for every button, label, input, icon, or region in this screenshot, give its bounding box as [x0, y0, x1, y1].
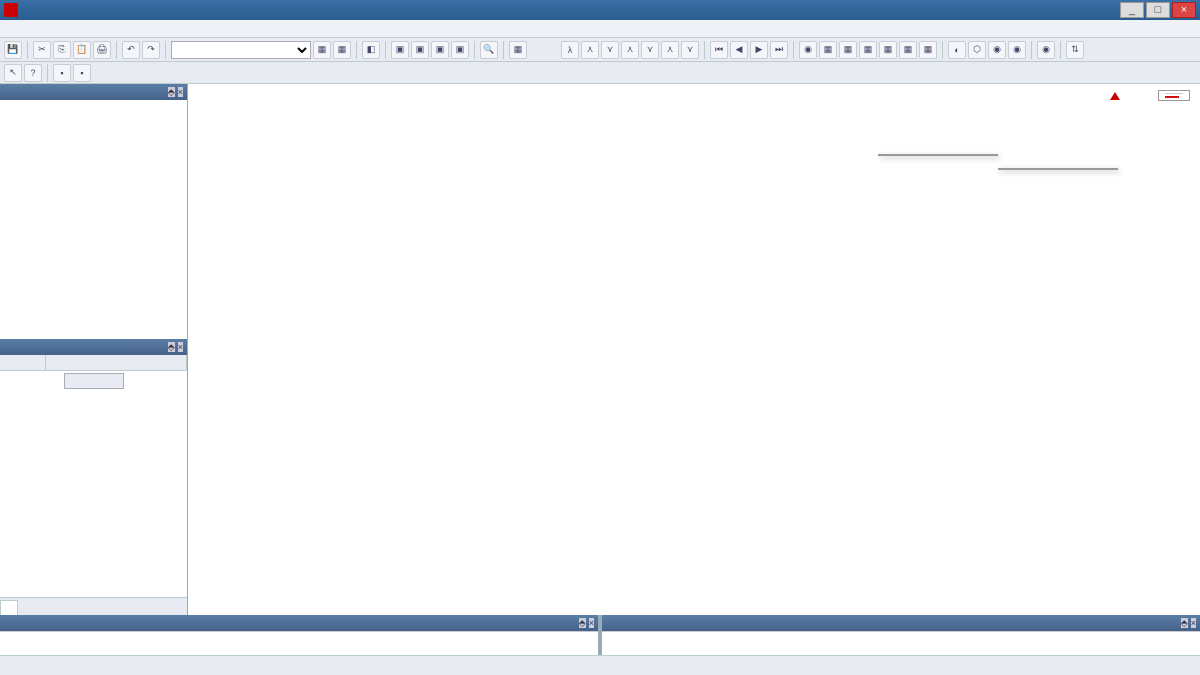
tb2-btn-1[interactable]: ▪	[53, 64, 71, 82]
properties-panel	[0, 355, 187, 615]
close-button[interactable]: ×	[1172, 2, 1196, 18]
tab-trace[interactable]	[0, 600, 18, 615]
cut-button[interactable]: ✂	[33, 41, 51, 59]
chart-legend[interactable]	[1158, 90, 1190, 101]
tb-btn-18[interactable]: ▦	[839, 41, 857, 59]
tb-btn-5[interactable]: ▣	[411, 41, 429, 59]
properties-table	[0, 355, 187, 597]
tb-btn-20[interactable]: ▦	[879, 41, 897, 59]
tb-btn-27[interactable]: ◉	[1037, 41, 1055, 59]
props-col-value	[46, 355, 187, 370]
tb-btn-12[interactable]: ⋏	[621, 41, 639, 59]
tb-btn-9[interactable]: λ	[561, 41, 579, 59]
save-button[interactable]: 💾	[4, 41, 22, 59]
next-button[interactable]: ▶	[750, 41, 768, 59]
tb2-btn-2[interactable]: ▪	[73, 64, 91, 82]
context-submenu[interactable]	[998, 168, 1118, 170]
tb-btn-23[interactable]: ◐	[948, 41, 966, 59]
tb-btn-24[interactable]: ⬡	[968, 41, 986, 59]
menubar	[0, 20, 1200, 38]
copy-button[interactable]: ⎘	[53, 41, 71, 59]
tb-btn-16[interactable]: ◉	[799, 41, 817, 59]
first-button[interactable]: ⏮	[710, 41, 728, 59]
pin-button-4[interactable]: ⬘	[1181, 618, 1188, 628]
legend-item	[1165, 96, 1183, 98]
tb-btn-17[interactable]: ▦	[819, 41, 837, 59]
chart-svg	[208, 108, 508, 258]
legend-header	[1165, 93, 1183, 94]
last-button[interactable]: ⏭	[770, 41, 788, 59]
pin-button-3[interactable]: ⬘	[579, 618, 586, 628]
main-area: ⬘ × ⬘ ×	[0, 84, 1200, 615]
app-icon	[4, 3, 18, 17]
bottom-panels: ⬘ × ⬘ ×	[0, 615, 1200, 655]
tb-btn-25[interactable]: ◉	[988, 41, 1006, 59]
coord-select[interactable]	[171, 41, 311, 59]
tb-btn-14[interactable]: ⋏	[661, 41, 679, 59]
tb-btn-2[interactable]: ▦	[333, 41, 351, 59]
tb-btn-4[interactable]: ▣	[391, 41, 409, 59]
tb-btn-6[interactable]: ▣	[431, 41, 449, 59]
minimize-button[interactable]: _	[1120, 2, 1144, 18]
warning-icon	[1110, 92, 1120, 100]
tb-btn-10[interactable]: ⋏	[581, 41, 599, 59]
redo-button[interactable]: ↷	[142, 41, 160, 59]
statusbar	[0, 655, 1200, 675]
close-panel-button[interactable]: ×	[178, 87, 183, 97]
chart-area[interactable]	[188, 84, 1200, 615]
pin-button-2[interactable]: ⬘	[168, 342, 175, 352]
tb-btn-1[interactable]: ▦	[313, 41, 331, 59]
properties-header: ⬘ ×	[0, 339, 187, 355]
message-manager-panel: ⬘ ×	[0, 615, 599, 655]
close-panel-button-2[interactable]: ×	[178, 342, 183, 352]
context-menu[interactable]	[878, 154, 998, 156]
tb-btn-11[interactable]: ⋎	[601, 41, 619, 59]
help-cursor-icon[interactable]: ?	[24, 64, 42, 82]
tb-btn-19[interactable]: ▦	[859, 41, 877, 59]
props-col-name	[0, 355, 46, 370]
window-titlebar: _ □ ×	[0, 0, 1200, 20]
undo-button[interactable]: ↶	[122, 41, 140, 59]
tb-btn-28[interactable]: ⇅	[1066, 41, 1084, 59]
cursor-icon[interactable]: ↖	[4, 64, 22, 82]
tb-btn-21[interactable]: ▦	[899, 41, 917, 59]
tb-btn-26[interactable]: ◉	[1008, 41, 1026, 59]
transient-label	[1107, 90, 1120, 102]
progress-panel: ⬘ ×	[602, 615, 1200, 655]
left-panel: ⬘ × ⬘ ×	[0, 84, 188, 615]
edit-button[interactable]	[64, 373, 124, 389]
close-panel-button-4[interactable]: ×	[1191, 618, 1196, 628]
paste-button[interactable]: 📋	[73, 41, 91, 59]
prev-button[interactable]: ◀	[730, 41, 748, 59]
zoom-button[interactable]: 🔍	[480, 41, 498, 59]
tb-btn-22[interactable]: ▦	[919, 41, 937, 59]
pin-button[interactable]: ⬘	[168, 87, 175, 97]
project-tree[interactable]	[0, 100, 187, 339]
tb-btn-3[interactable]: ◧	[362, 41, 380, 59]
tb-btn-15[interactable]: ⋎	[681, 41, 699, 59]
project-manager-header: ⬘ ×	[0, 84, 187, 100]
tb-btn-8[interactable]: ▦	[509, 41, 527, 59]
print-button[interactable]: 🖨	[93, 41, 111, 59]
tb-btn-7[interactable]: ▣	[451, 41, 469, 59]
tb-btn-13[interactable]: ⋎	[641, 41, 659, 59]
toolbar-main: 💾 ✂ ⎘ 📋 🖨 ↶ ↷ ▦ ▦ ◧ ▣ ▣ ▣ ▣ 🔍 ▦ λ ⋏ ⋎ ⋏ …	[0, 38, 1200, 62]
toolbar-secondary: ↖ ? ▪ ▪	[0, 62, 1200, 84]
maximize-button[interactable]: □	[1146, 2, 1170, 18]
close-panel-button-3[interactable]: ×	[589, 618, 594, 628]
